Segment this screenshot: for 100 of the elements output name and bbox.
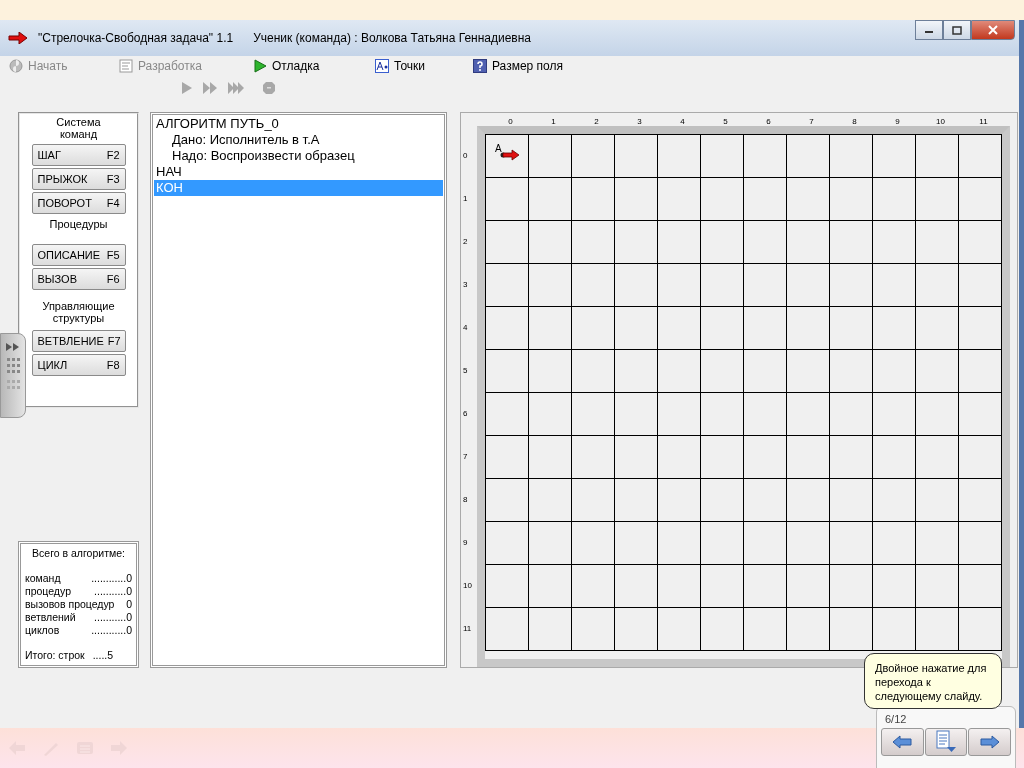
grid-cell	[744, 178, 787, 221]
command-button[interactable]: ЦИКЛ F8	[31, 354, 126, 376]
grid-cell	[615, 565, 658, 608]
command-button[interactable]: ШАГ F2	[31, 144, 126, 166]
grid-cell	[572, 307, 615, 350]
grid-cell	[959, 479, 1002, 522]
grid-cell	[615, 221, 658, 264]
grid-cell	[529, 608, 572, 651]
section-heading: Система команд	[55, 116, 102, 140]
grid-cell	[830, 350, 873, 393]
fast-forward-icon[interactable]	[5, 342, 21, 352]
grid-cell	[959, 436, 1002, 479]
left-arrow-icon	[892, 735, 913, 749]
executor-label: A	[495, 143, 502, 154]
grid-cell	[658, 307, 701, 350]
command-button[interactable]: ПРЫЖОК F3	[31, 168, 126, 190]
grid-cell	[787, 565, 830, 608]
grid-cell	[916, 221, 959, 264]
grid-cell	[658, 565, 701, 608]
command-button[interactable]: ПОВОРОТ F4	[31, 192, 126, 214]
grid-cell	[701, 565, 744, 608]
grid-cell	[615, 307, 658, 350]
grid-cell	[572, 565, 615, 608]
grid-cell	[615, 350, 658, 393]
grid-cell	[916, 307, 959, 350]
section-heading: Управляющие структуры	[41, 300, 116, 324]
grid-cell	[916, 436, 959, 479]
grid-cell	[830, 479, 873, 522]
grid-cell	[873, 221, 916, 264]
maximize-icon	[952, 25, 962, 35]
row-number: 2	[462, 237, 469, 248]
stat-label: циклов	[25, 624, 60, 637]
grid-cell	[959, 307, 1002, 350]
grid-cell	[529, 393, 572, 436]
column-number: 8	[851, 117, 858, 126]
grid-cell	[615, 608, 658, 651]
row-number: 7	[462, 452, 469, 463]
menu-item[interactable]: Отладка	[253, 59, 375, 73]
grid-cell	[916, 393, 959, 436]
close-button[interactable]	[971, 20, 1015, 40]
grid-cell	[744, 608, 787, 651]
slide-menu-button[interactable]	[924, 728, 968, 756]
grid-cell	[916, 565, 959, 608]
grid-cell	[744, 221, 787, 264]
grid-cell	[916, 264, 959, 307]
grid-cell	[701, 350, 744, 393]
minimize-button[interactable]	[915, 20, 943, 40]
run-icon[interactable]	[181, 81, 193, 95]
grid-cell	[787, 307, 830, 350]
side-tab[interactable]	[0, 333, 26, 418]
column-number: 5	[722, 117, 729, 126]
skip-forward-icon[interactable]	[227, 81, 245, 95]
column-number: 3	[636, 117, 643, 126]
grid-cell	[959, 608, 1002, 651]
column-number: 4	[679, 117, 686, 126]
grid-cell	[529, 436, 572, 479]
grid-cell	[529, 350, 572, 393]
right-arrow-icon	[979, 735, 1000, 749]
program-line[interactable]: Надо: Воспроизвести образец	[154, 148, 443, 164]
grid-cell	[615, 522, 658, 565]
row-number: 9	[462, 538, 469, 549]
grid-cell	[529, 221, 572, 264]
grid-cell	[744, 350, 787, 393]
previous-button[interactable]	[881, 728, 924, 756]
menu-item[interactable]: Точки	[375, 59, 473, 73]
grid-cell	[701, 522, 744, 565]
grid-cell	[873, 565, 916, 608]
total-value: .....5	[92, 649, 114, 662]
grid-cell	[744, 436, 787, 479]
grid-cell	[873, 479, 916, 522]
grid-cell	[787, 436, 830, 479]
dots-grid-icon[interactable]	[5, 378, 21, 392]
grid-cell	[959, 264, 1002, 307]
menu-item[interactable]: Размер поля	[473, 59, 563, 73]
grid-cell	[959, 565, 1002, 608]
list-down-icon	[935, 730, 957, 754]
arrow-icon	[500, 149, 520, 161]
grid-cell	[830, 264, 873, 307]
grid-cell	[701, 393, 744, 436]
grid-cell	[873, 393, 916, 436]
row-number: 11	[462, 624, 473, 635]
grid-cell	[658, 522, 701, 565]
program-line[interactable]: Дано: Исполнитель в т.А	[154, 132, 443, 148]
command-button[interactable]: ВЫЗОВ F6	[31, 268, 126, 290]
grid-cell	[658, 178, 701, 221]
program-line[interactable]: АЛГОРИТМ ПУТЬ_0	[154, 116, 443, 132]
command-button[interactable]: ОПИСАНИЕ F5	[31, 244, 126, 266]
row-number: 8	[462, 495, 469, 506]
program-line[interactable]: НАЧ	[154, 164, 443, 180]
maximize-button[interactable]	[943, 20, 971, 40]
grid-cell	[572, 522, 615, 565]
dots-grid-icon[interactable]	[5, 356, 21, 374]
stop-icon[interactable]	[262, 81, 276, 95]
total-label: Итого: строк	[25, 649, 85, 662]
command-button[interactable]: ВЕТВЛЕНИЕ F7	[31, 330, 126, 352]
grid-cell	[744, 522, 787, 565]
next-button[interactable]	[968, 728, 1011, 756]
column-number: 0	[507, 117, 514, 126]
grid-cell	[701, 221, 744, 264]
grid-cell	[830, 393, 873, 436]
